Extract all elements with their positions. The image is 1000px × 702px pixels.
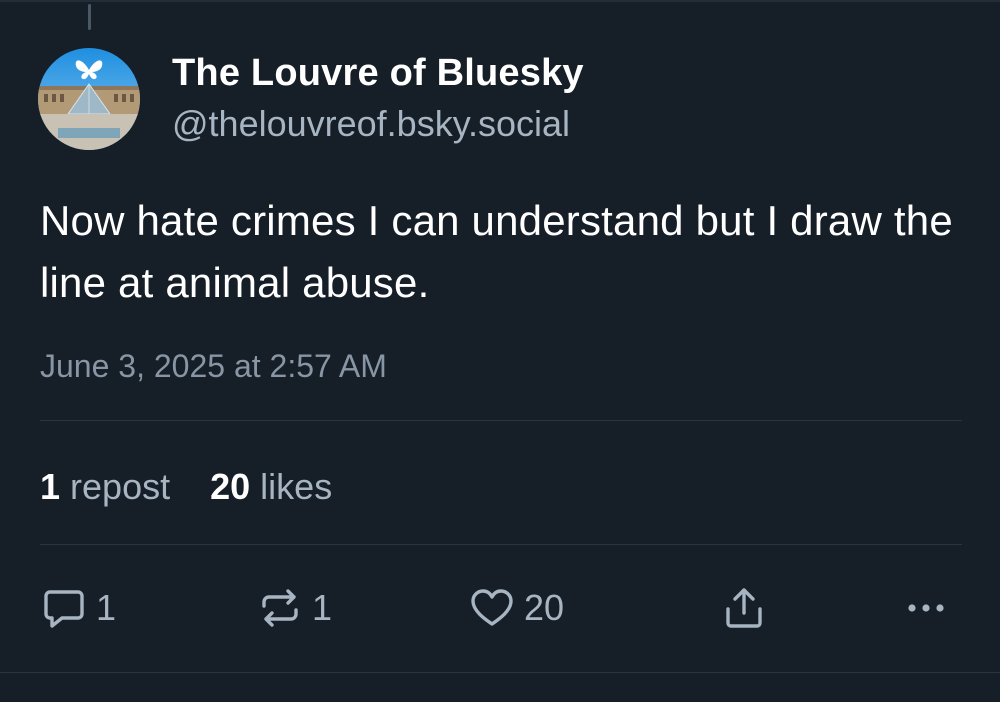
divider bbox=[40, 544, 962, 545]
reply-button[interactable]: 1 bbox=[40, 584, 116, 632]
louvre-butterfly-avatar-icon bbox=[38, 48, 140, 150]
heart-icon bbox=[471, 589, 513, 626]
author-handle[interactable]: @thelouvreof.bsky.social bbox=[172, 98, 584, 150]
repost-count: 1 bbox=[312, 587, 333, 628]
reply-icon bbox=[44, 590, 84, 628]
reposts-count: 1 bbox=[40, 466, 61, 507]
reposts-stat[interactable]: 1 repost bbox=[40, 464, 170, 510]
post-actions: 1 1 20 bbox=[40, 584, 960, 632]
engagement-stats: 1 repost 20 likes bbox=[40, 464, 332, 512]
reply-count: 1 bbox=[96, 587, 117, 628]
post-header: The Louvre of Bluesky @thelouvreof.bsky.… bbox=[38, 48, 938, 152]
share-button[interactable] bbox=[720, 584, 768, 632]
author-names: The Louvre of Bluesky @thelouvreof.bsky.… bbox=[172, 48, 584, 150]
more-options-button[interactable] bbox=[902, 584, 950, 632]
post-text: Now hate crimes I can understand but I d… bbox=[40, 197, 953, 306]
divider bbox=[40, 420, 962, 421]
likes-count: 20 bbox=[210, 466, 251, 507]
repost-icon bbox=[262, 589, 298, 627]
avatar[interactable] bbox=[38, 48, 140, 150]
post-thread-view: The Louvre of Bluesky @thelouvreof.bsky.… bbox=[0, 0, 1000, 702]
like-count: 20 bbox=[524, 587, 565, 628]
likes-stat[interactable]: 20 likes bbox=[210, 464, 332, 510]
likes-label: likes bbox=[260, 466, 333, 507]
like-button[interactable]: 20 bbox=[468, 584, 564, 632]
author-display-name[interactable]: The Louvre of Bluesky bbox=[172, 48, 584, 98]
repost-button[interactable]: 1 bbox=[256, 584, 332, 632]
bottom-divider bbox=[0, 672, 1000, 673]
post-timestamp: June 3, 2025 at 2:57 AM bbox=[40, 348, 387, 384]
share-icon bbox=[726, 588, 762, 628]
more-options-icon bbox=[908, 604, 944, 612]
reposts-label: repost bbox=[70, 466, 171, 507]
